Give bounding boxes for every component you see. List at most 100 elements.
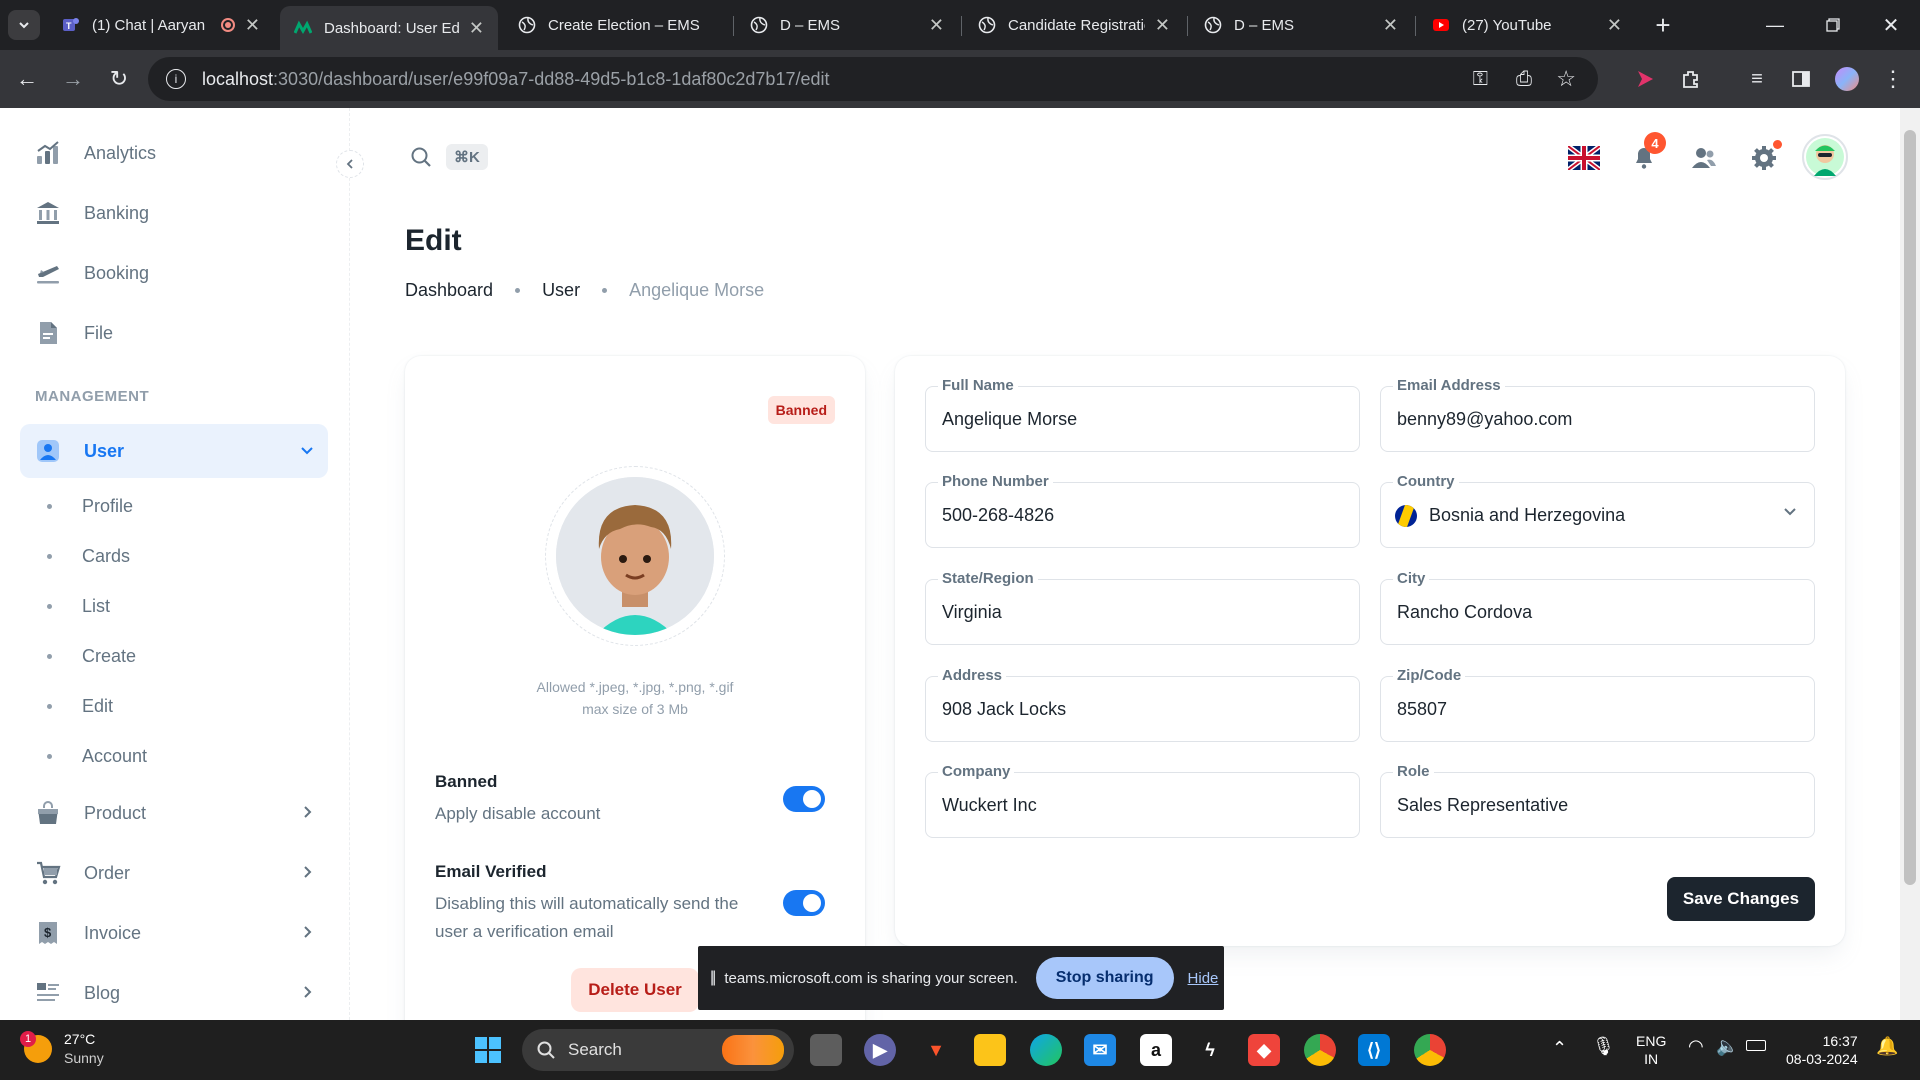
tab-create-election[interactable]: Create Election – EMS — [504, 6, 730, 44]
sidebar-subitem-account[interactable]: Account — [35, 736, 147, 776]
tab-d-ems-2[interactable]: D – EMS ✕ — [1190, 6, 1412, 44]
microphone-icon[interactable]: 🎙 — [1592, 1036, 1615, 1057]
full-name-field[interactable]: Full Name Angelique Morse — [925, 377, 1360, 452]
collapse-sidebar-button[interactable] — [336, 150, 364, 178]
address-bar[interactable]: i localhost:3030/dashboard/user/e99f09a7… — [148, 57, 1598, 101]
sidebar-subitem-profile[interactable]: Profile — [35, 486, 133, 526]
reload-icon[interactable]: ↻ — [104, 64, 134, 94]
role-field[interactable]: Role Sales Representative — [1380, 763, 1815, 838]
phone-field[interactable]: Phone Number 500-268-4826 — [925, 473, 1360, 548]
hide-link[interactable]: Hide — [1188, 970, 1219, 987]
windows-start-icon[interactable] — [472, 1034, 504, 1066]
page-scrollbar[interactable] — [1900, 108, 1920, 1020]
clock[interactable]: 16:37 08-03-2024 — [1786, 1032, 1858, 1068]
close-tab-icon[interactable]: ✕ — [245, 15, 260, 36]
edge-icon[interactable] — [1030, 1034, 1062, 1066]
sidebar-subitem-edit[interactable]: Edit — [35, 686, 113, 726]
breadcrumb-dashboard[interactable]: Dashboard — [405, 280, 493, 301]
sidebar-item-booking[interactable]: Booking — [20, 246, 328, 300]
scrollbar-thumb[interactable] — [1904, 130, 1916, 885]
tab-teams-chat[interactable]: T (1) Chat | Aaryan ✕ — [48, 6, 274, 44]
forward-icon[interactable]: → — [58, 64, 88, 94]
brave-icon[interactable]: ▼ — [920, 1034, 952, 1066]
site-info-icon[interactable]: i — [166, 69, 186, 89]
address-field[interactable]: Address 908 Jack Locks — [925, 667, 1360, 742]
close-window-icon[interactable]: ✕ — [1876, 10, 1906, 40]
country-select[interactable]: Country Bosnia and Herzegovina — [1380, 473, 1815, 548]
extensions-puzzle-icon[interactable] — [1676, 64, 1706, 94]
tab-candidate-registration[interactable]: Candidate Registration ✕ — [964, 6, 1184, 44]
sidebar-subitem-list[interactable]: List — [35, 586, 110, 626]
file-explorer-icon[interactable] — [974, 1034, 1006, 1066]
task-view-icon[interactable] — [810, 1034, 842, 1066]
save-changes-button[interactable]: Save Changes — [1667, 877, 1815, 921]
state-field[interactable]: State/Region Virginia — [925, 570, 1360, 645]
taskbar-search[interactable]: Search — [522, 1029, 794, 1071]
show-hidden-icons[interactable]: ⌃ — [1552, 1038, 1567, 1059]
sidebar-subitem-cards[interactable]: Cards — [35, 536, 130, 576]
language-indicator[interactable]: ENG IN — [1636, 1032, 1666, 1068]
email-field[interactable]: Email Address benny89@yahoo.com — [1380, 377, 1815, 452]
battery-icon[interactable] — [1746, 1040, 1766, 1051]
avatar-upload[interactable] — [545, 466, 725, 646]
search-button[interactable]: ⌘K — [410, 144, 488, 170]
sidebar-item-banking[interactable]: Banking — [20, 186, 328, 240]
tab-youtube[interactable]: (27) YouTube ✕ — [1418, 6, 1636, 44]
email-verified-toggle[interactable] — [783, 890, 825, 916]
drag-handle-icon[interactable]: || — [710, 969, 716, 987]
chevron-right-icon — [300, 923, 314, 944]
sidebar-subitem-create[interactable]: Create — [35, 636, 136, 676]
restore-window-icon[interactable] — [1818, 10, 1848, 40]
mail-icon[interactable]: ✉ — [1084, 1034, 1116, 1066]
amazon-icon[interactable]: a — [1140, 1034, 1172, 1066]
install-app-icon[interactable]: ⎙ — [1516, 68, 1532, 91]
profile-avatar-icon[interactable] — [1832, 64, 1862, 94]
side-panel-icon[interactable] — [1786, 64, 1816, 94]
banned-toggle[interactable] — [783, 786, 825, 812]
password-key-icon[interactable]: ⚿ — [1473, 68, 1488, 91]
zip-field[interactable]: Zip/Code 85807 — [1380, 667, 1815, 742]
close-tab-icon[interactable]: ✕ — [469, 18, 484, 39]
close-tab-icon[interactable]: ✕ — [1607, 15, 1622, 36]
vscode-icon[interactable]: ⟨⟩ — [1358, 1034, 1390, 1066]
close-tab-icon[interactable]: ✕ — [1155, 15, 1170, 36]
sidebar-item-invoice[interactable]: $ Invoice — [20, 906, 328, 960]
thunder-app-icon[interactable]: ϟ — [1194, 1034, 1226, 1066]
media-controls-icon[interactable]: ≡ — [1742, 64, 1772, 94]
contacts-button[interactable] — [1684, 138, 1724, 178]
breadcrumb-user[interactable]: User — [542, 280, 580, 301]
language-button[interactable] — [1564, 138, 1604, 178]
account-avatar-button[interactable] — [1802, 134, 1848, 180]
new-tab-icon[interactable]: + — [1648, 10, 1678, 40]
tab-dashboard-user-edit[interactable]: Dashboard: User Edit ✕ — [280, 6, 498, 50]
notifications-button[interactable]: 4 — [1624, 132, 1666, 178]
volume-icon[interactable]: 🔈 — [1716, 1036, 1738, 1057]
wifi-icon[interactable]: ◠ — [1688, 1036, 1704, 1057]
sidebar-item-file[interactable]: File — [20, 306, 328, 360]
sidebar-item-order[interactable]: Order — [20, 846, 328, 900]
sidebar-item-blog[interactable]: Blog — [20, 966, 328, 1020]
back-icon[interactable]: ← — [12, 64, 42, 94]
extension-arrow-icon[interactable] — [1630, 64, 1660, 94]
stop-sharing-button[interactable]: Stop sharing — [1035, 957, 1174, 999]
company-field[interactable]: Company Wuckert Inc — [925, 763, 1360, 838]
teams-meet-icon[interactable]: ▶ — [864, 1034, 896, 1066]
tab-search-button[interactable] — [8, 10, 40, 40]
chrome-profile-icon[interactable] — [1414, 1034, 1446, 1066]
browser-menu-icon[interactable]: ⋮ — [1878, 64, 1908, 94]
close-tab-icon[interactable]: ✕ — [929, 15, 944, 36]
minimize-window-icon[interactable]: — — [1760, 10, 1790, 40]
close-tab-icon[interactable]: ✕ — [1383, 15, 1398, 36]
chrome-icon[interactable] — [1304, 1034, 1336, 1066]
sidebar-item-analytics[interactable]: Analytics — [20, 126, 328, 180]
sidebar-item-product[interactable]: Product — [20, 786, 328, 840]
anydesk-icon[interactable]: ◆ — [1248, 1034, 1280, 1066]
sidebar-item-user[interactable]: User — [20, 424, 328, 478]
notification-bell-icon[interactable]: 🔔 — [1876, 1036, 1898, 1057]
bookmark-star-icon[interactable]: ☆ — [1556, 66, 1576, 92]
settings-button[interactable] — [1744, 138, 1784, 178]
weather-widget[interactable]: 1 27°C Sunny — [20, 1030, 104, 1068]
city-field[interactable]: City Rancho Cordova — [1380, 570, 1815, 645]
delete-user-button[interactable]: Delete User — [571, 968, 699, 1012]
tab-d-ems-1[interactable]: D – EMS ✕ — [736, 6, 958, 44]
